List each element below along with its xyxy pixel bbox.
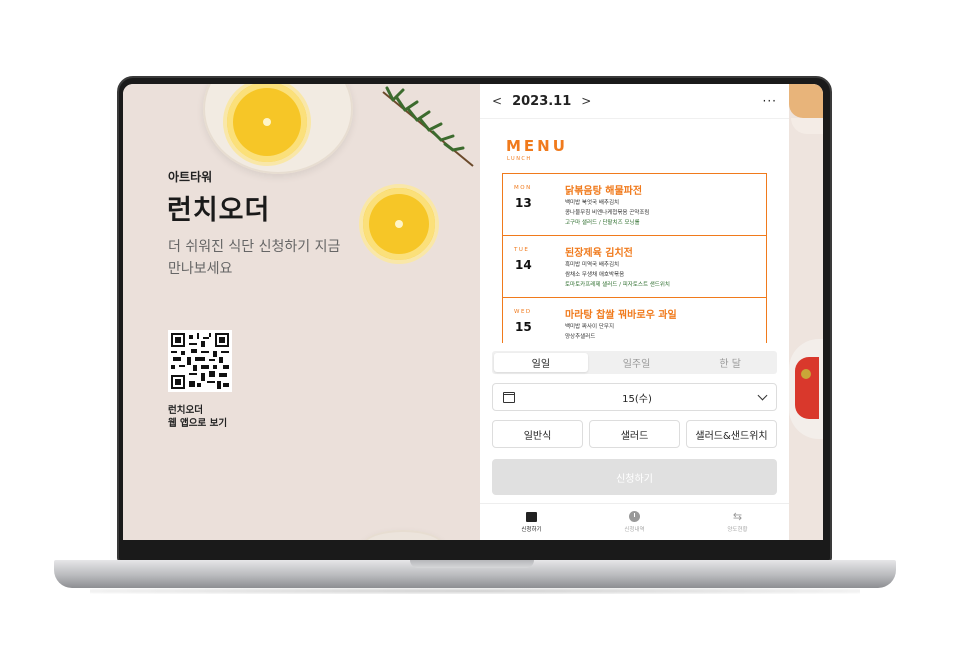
egg-image	[801, 369, 811, 379]
laptop-shadow	[90, 588, 860, 594]
brand-subtitle: 아트타워	[168, 170, 213, 184]
plate-edge-image	[363, 530, 443, 540]
day-date: 14	[515, 258, 532, 272]
month-label: 2023.11	[512, 93, 572, 109]
menu-board: MENU LUNCH MON 13 닭볶음탕 해물파전 백미밥 북엇국 배추김치…	[480, 118, 789, 360]
qr-caption-line2: 웹 앱으로 보기	[168, 418, 228, 429]
side-dishes: 콩나물무침 비엔나케첩볶음 곤약조림	[565, 210, 650, 216]
side-dishes: 백미밥 짜사이 단무지	[565, 324, 615, 330]
period-tabs: 일일 일주일 한 달	[492, 351, 777, 374]
salad-bowl-image	[789, 339, 823, 439]
qr-caption-line1: 런치오더	[168, 405, 203, 416]
prev-month-button[interactable]: <	[492, 94, 502, 108]
swap-icon: ⇆	[732, 510, 743, 523]
food-photo-strip	[789, 84, 823, 540]
day-of-week: WED	[514, 309, 532, 315]
date-dropdown[interactable]: 15(수)	[492, 383, 777, 411]
promo-panel: 아트타워 런치오더 더 쉬워진 식단 신청하기 지금 만나보세요 런치오더 웹 …	[123, 84, 480, 540]
qr-code-icon	[171, 333, 229, 389]
tab-daily[interactable]: 일일	[494, 353, 588, 372]
day-of-week: TUE	[514, 247, 530, 253]
tab-monthly[interactable]: 한 달	[683, 351, 777, 374]
main-dish: 된장제육 김치전	[565, 248, 633, 259]
calendar-icon	[526, 511, 537, 522]
laptop-base-notch	[410, 560, 534, 568]
extra-menu: 토마토카프레제 샐러드 / 피자토스트 샌드위치	[565, 282, 670, 288]
meal-type-options: 일반식 샐러드 샐러드&샌드위치	[492, 420, 777, 448]
day-of-week: MON	[514, 185, 532, 191]
nav-apply[interactable]: 신청하기	[480, 504, 583, 540]
menu-day-card[interactable]: TUE 14 된장제육 김치전 흑미밥 미역국 배추김치 쌈채소 무생채 애호박…	[502, 235, 767, 298]
bread-image	[789, 84, 823, 118]
side-dishes: 백미밥 북엇국 배추김치	[565, 200, 620, 206]
month-header: < 2023.11 > ···	[480, 84, 789, 118]
more-options-icon[interactable]: ···	[763, 94, 777, 108]
nav-history[interactable]: 신청내역	[583, 504, 686, 540]
qr-code[interactable]	[168, 330, 232, 392]
day-date: 15	[515, 320, 532, 334]
brand-title: 런치오더	[167, 195, 271, 226]
side-dishes: 흑미밥 미역국 배추김치	[565, 262, 620, 268]
next-month-button[interactable]: >	[581, 94, 591, 108]
main-dish: 닭볶음탕 해물파전	[565, 186, 643, 197]
nav-history-label: 신청내역	[624, 527, 645, 533]
date-dropdown-value: 15(수)	[622, 393, 652, 405]
bowl-rim-image	[791, 118, 823, 134]
day-date: 13	[515, 196, 532, 210]
option-regular-meal[interactable]: 일반식	[492, 420, 583, 448]
main-dish: 마라탕 찹쌀 꿔바로우 과일	[565, 310, 677, 321]
menu-day-card[interactable]: MON 13 닭볶음탕 해물파전 백미밥 북엇국 배추김치 콩나물무침 비엔나케…	[502, 173, 767, 236]
laptop-mockup: 아트타워 런치오더 더 쉬워진 식단 신청하기 지금 만나보세요 런치오더 웹 …	[0, 0, 964, 669]
nav-transfer-label: 양도현황	[727, 527, 748, 533]
qr-caption: 런치오더 웹 앱으로 보기	[168, 404, 227, 430]
lemon-slice-image	[359, 184, 439, 264]
chevron-down-icon	[757, 390, 768, 400]
extra-menu: 고구마 샐러드 / 단팥치즈 모닝롤	[565, 220, 640, 226]
menu-subtitle: LUNCH	[507, 156, 532, 162]
nav-transfer[interactable]: ⇆ 양도현황	[686, 504, 789, 540]
tab-weekly[interactable]: 일주일	[590, 351, 684, 374]
rosemary-image	[382, 86, 474, 167]
order-controls: 일일 일주일 한 달 15(수) 일반식 샐러드 샐러드&샌드위치 신청하기	[480, 343, 789, 503]
submit-order-button[interactable]: 신청하기	[492, 459, 777, 495]
laptop-screen: 아트타워 런치오더 더 쉬워진 식단 신청하기 지금 만나보세요 런치오더 웹 …	[123, 84, 823, 540]
clock-icon	[629, 511, 640, 522]
side-dishes: 양상추샐러드	[565, 334, 596, 340]
option-salad-sandwich[interactable]: 샐러드&샌드위치	[686, 420, 777, 448]
tagline: 더 쉬워진 식단 신청하기 지금 만나보세요	[168, 239, 341, 277]
nav-apply-label: 신청하기	[521, 526, 542, 533]
calendar-icon	[503, 391, 515, 403]
bottom-nav: 신청하기 신청내역 ⇆ 양도현황	[480, 503, 789, 540]
menu-title: MENU	[506, 137, 568, 155]
app-panel: < 2023.11 > ··· MENU LUNCH MON 13 닭볶음탕 해…	[480, 84, 789, 540]
option-salad[interactable]: 샐러드	[589, 420, 680, 448]
tomato-image	[795, 357, 819, 419]
side-dishes: 쌈채소 무생채 애호박볶음	[565, 272, 625, 278]
